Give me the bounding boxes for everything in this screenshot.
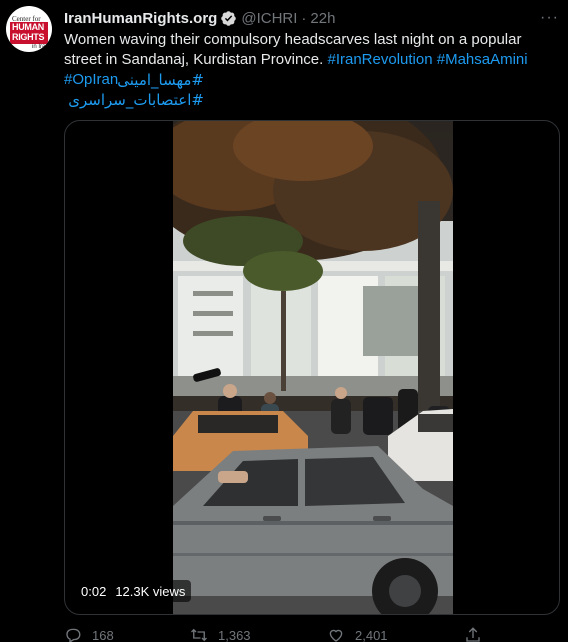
share-button[interactable] [464,626,482,642]
video-frame[interactable] [173,121,453,614]
author-name[interactable]: IranHumanRights.org [64,10,217,27]
share-icon [466,627,480,642]
reply-button[interactable]: 168 [64,626,114,642]
like-icon [329,629,343,642]
hashtag-mahsaamini[interactable]: #MahsaAmini [437,51,528,68]
avatar[interactable]: Center for HUMAN RIGHTS in Iran [6,6,52,52]
tweet-actions: 168 1,363 2,401 [64,624,544,642]
verified-badge-icon [221,10,237,26]
like-button[interactable]: 2,401 [327,626,388,642]
retweet-count: 1,363 [218,627,251,642]
tweet-time[interactable]: 22h [310,10,335,27]
avatar-line-3: RIGHTS [12,32,45,42]
header-separator: · [301,9,307,27]
more-icon[interactable]: ··· [540,9,559,27]
avatar-line-2: HUMAN [12,22,44,32]
tweet[interactable]: Center for HUMAN RIGHTS in Iran IranHuma… [0,0,568,642]
retweet-icon [191,628,207,642]
hashtag-mahsa-amini-persian[interactable]: #مهسا_امینی [64,70,204,90]
hashtag-iranrevolution[interactable]: #IranRevolution [327,51,432,68]
hashtag-nationwide-strikes-persian[interactable]: #اعتصابات_سراسری [64,90,204,110]
video-card[interactable]: 0:02 12.3K views [64,120,560,615]
tree-trunk [418,201,440,431]
retweet-button[interactable]: 1,363 [190,626,251,642]
reply-icon [66,628,81,642]
video-info-badge: 0:02 12.3K views [75,580,192,602]
author-handle[interactable]: @ICHRI [241,10,297,27]
video-duration: 0:02 [81,583,107,599]
like-count: 2,401 [355,627,388,642]
avatar-line-4: in Iran [32,44,49,50]
video-views: 12.3K views [115,583,186,599]
tweet-header: IranHumanRights.org @ICHRI · 22h [64,8,335,28]
video-scene [173,121,453,614]
reply-count: 168 [92,627,114,642]
